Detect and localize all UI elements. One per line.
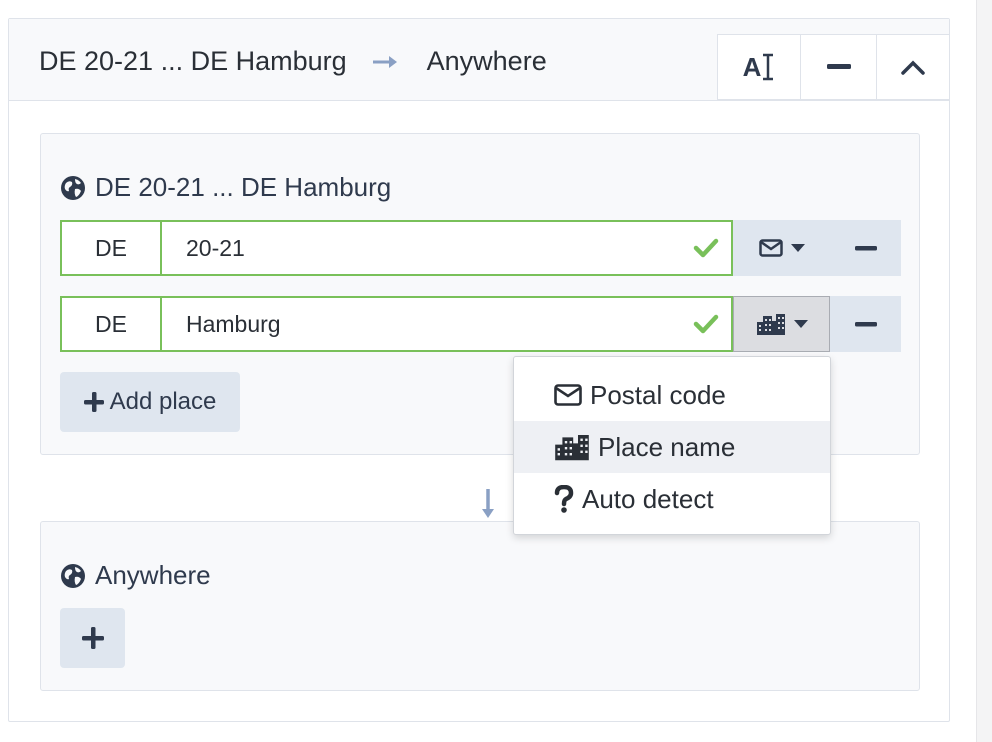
minus-icon bbox=[854, 245, 877, 250]
plus-icon bbox=[83, 392, 104, 412]
check-icon bbox=[681, 222, 731, 274]
remove-place-button[interactable] bbox=[830, 296, 901, 352]
text-cursor-icon: A bbox=[743, 52, 776, 83]
destination-summary: Anywhere bbox=[426, 46, 547, 76]
minimize-button[interactable] bbox=[800, 34, 877, 100]
remove-place-button[interactable] bbox=[830, 220, 901, 276]
destination-box: Anywhere bbox=[40, 521, 920, 691]
place-type-button[interactable] bbox=[733, 220, 830, 276]
text-format-button[interactable]: A bbox=[717, 34, 801, 100]
place-input[interactable] bbox=[162, 298, 681, 350]
chevron-up-icon bbox=[901, 60, 925, 75]
add-place-button[interactable]: Add place bbox=[60, 372, 240, 432]
place-type-dropdown: Postal code Place name Auto detect bbox=[513, 356, 831, 535]
origin-summary: DE 20-21 ... DE Hamburg bbox=[39, 46, 347, 76]
arrow-right-icon bbox=[372, 54, 401, 70]
envelope-icon bbox=[758, 239, 783, 257]
globe-icon bbox=[61, 563, 85, 588]
dropdown-item-postal-code[interactable]: Postal code bbox=[514, 369, 830, 421]
header-toolbar: A bbox=[717, 34, 950, 100]
country-code[interactable]: DE bbox=[62, 298, 162, 350]
building-icon bbox=[756, 314, 785, 335]
globe-icon bbox=[61, 175, 85, 200]
place-row: DE bbox=[60, 220, 901, 276]
dropdown-item-place-name[interactable]: Place name bbox=[514, 421, 830, 473]
minus-icon bbox=[854, 321, 877, 326]
destination-title: Anywhere bbox=[60, 560, 211, 591]
place-type-button[interactable] bbox=[733, 296, 830, 352]
envelope-icon bbox=[554, 384, 582, 406]
route-summary: DE 20-21 ... DE Hamburg Anywhere bbox=[39, 46, 547, 77]
building-icon bbox=[555, 435, 589, 461]
question-icon bbox=[554, 485, 574, 513]
panel-header: DE 20-21 ... DE Hamburg Anywhere A bbox=[9, 19, 950, 101]
caret-down-icon bbox=[790, 244, 805, 252]
caret-down-icon bbox=[793, 320, 808, 328]
place-input[interactable] bbox=[162, 222, 681, 274]
place-input-group: DE bbox=[60, 296, 733, 352]
scrollbar[interactable] bbox=[976, 0, 992, 742]
plus-icon bbox=[81, 627, 104, 649]
country-code[interactable]: DE bbox=[62, 222, 162, 274]
check-icon bbox=[681, 298, 731, 350]
place-input-group: DE bbox=[60, 220, 733, 276]
arrow-down-icon bbox=[480, 489, 496, 524]
minus-icon bbox=[826, 64, 851, 69]
collapse-button[interactable] bbox=[876, 34, 950, 100]
add-destination-button[interactable] bbox=[60, 608, 125, 668]
place-row: DE bbox=[60, 296, 901, 352]
dropdown-item-auto-detect[interactable]: Auto detect bbox=[514, 473, 830, 525]
origin-title: DE 20-21 ... DE Hamburg bbox=[60, 172, 391, 203]
